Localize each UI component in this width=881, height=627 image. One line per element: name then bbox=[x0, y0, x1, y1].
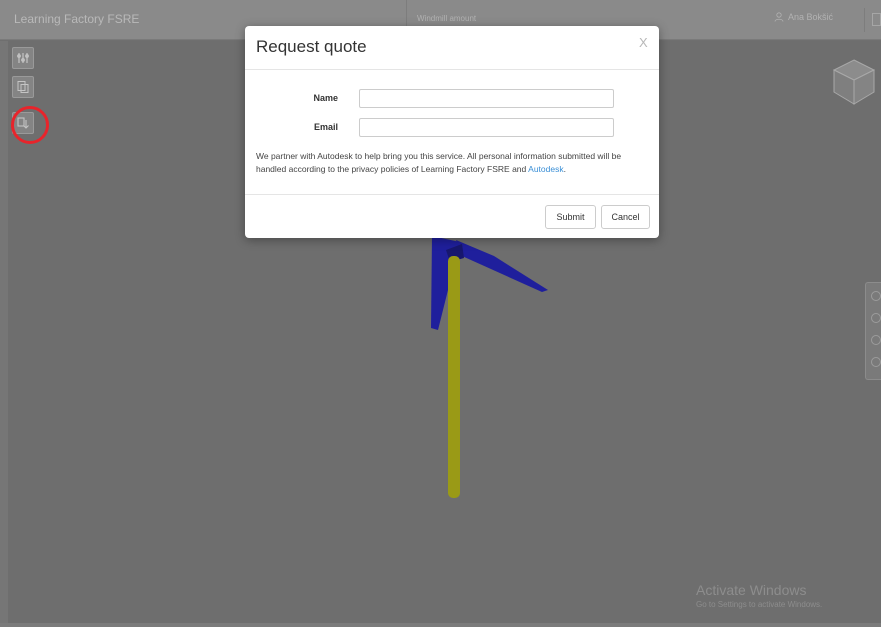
navigation-toolbar bbox=[865, 282, 881, 380]
orbit-icon[interactable] bbox=[871, 291, 881, 301]
document-browser-button[interactable] bbox=[12, 76, 34, 98]
app-title[interactable]: Learning Factory FSRE bbox=[14, 12, 139, 26]
dialog-header: Request quote X bbox=[245, 26, 659, 70]
windmill-pole bbox=[448, 256, 460, 498]
user-name: Ana Bokšić bbox=[788, 12, 834, 22]
view-cube-icon[interactable] bbox=[832, 58, 876, 108]
name-label: Name bbox=[313, 93, 338, 103]
left-edge bbox=[0, 41, 8, 623]
pan-icon[interactable] bbox=[871, 313, 881, 323]
windmill-blade-right bbox=[456, 240, 548, 292]
zoom-icon[interactable] bbox=[871, 335, 881, 345]
model-tree-button[interactable] bbox=[12, 47, 34, 69]
activate-windows-title: Activate Windows bbox=[696, 582, 807, 598]
panel-toggle-icon[interactable] bbox=[872, 13, 881, 26]
user-icon bbox=[774, 12, 784, 22]
user-menu[interactable]: Ana Bokšić bbox=[774, 12, 833, 22]
autodesk-link[interactable]: Autodesk bbox=[528, 164, 563, 174]
highlight-circle bbox=[11, 106, 49, 144]
request-quote-dialog: Request quote X Name Email We partner wi… bbox=[245, 26, 659, 238]
email-row: Email bbox=[245, 118, 659, 138]
privacy-notice-text: We partner with Autodesk to help bring y… bbox=[256, 151, 622, 174]
email-input[interactable] bbox=[359, 118, 614, 137]
dialog-footer: Submit Cancel bbox=[245, 194, 659, 238]
windmill-model[interactable] bbox=[420, 236, 560, 506]
bottom-strip bbox=[0, 623, 881, 627]
activate-windows-subtitle: Go to Settings to activate Windows. bbox=[696, 600, 823, 609]
header-divider bbox=[864, 8, 865, 32]
model-tree-icon bbox=[17, 53, 29, 63]
cancel-button[interactable]: Cancel bbox=[601, 205, 650, 229]
name-row: Name bbox=[245, 89, 659, 109]
privacy-notice-end: . bbox=[563, 164, 566, 174]
email-label: Email bbox=[313, 122, 338, 132]
document-browser-icon bbox=[17, 81, 29, 93]
close-icon[interactable]: X bbox=[639, 35, 648, 50]
privacy-notice: We partner with Autodesk to help bring y… bbox=[256, 150, 652, 176]
dialog-title: Request quote bbox=[256, 37, 367, 56]
name-input[interactable] bbox=[359, 89, 614, 108]
fit-view-icon[interactable] bbox=[871, 357, 881, 367]
submit-button[interactable]: Submit bbox=[545, 205, 596, 229]
